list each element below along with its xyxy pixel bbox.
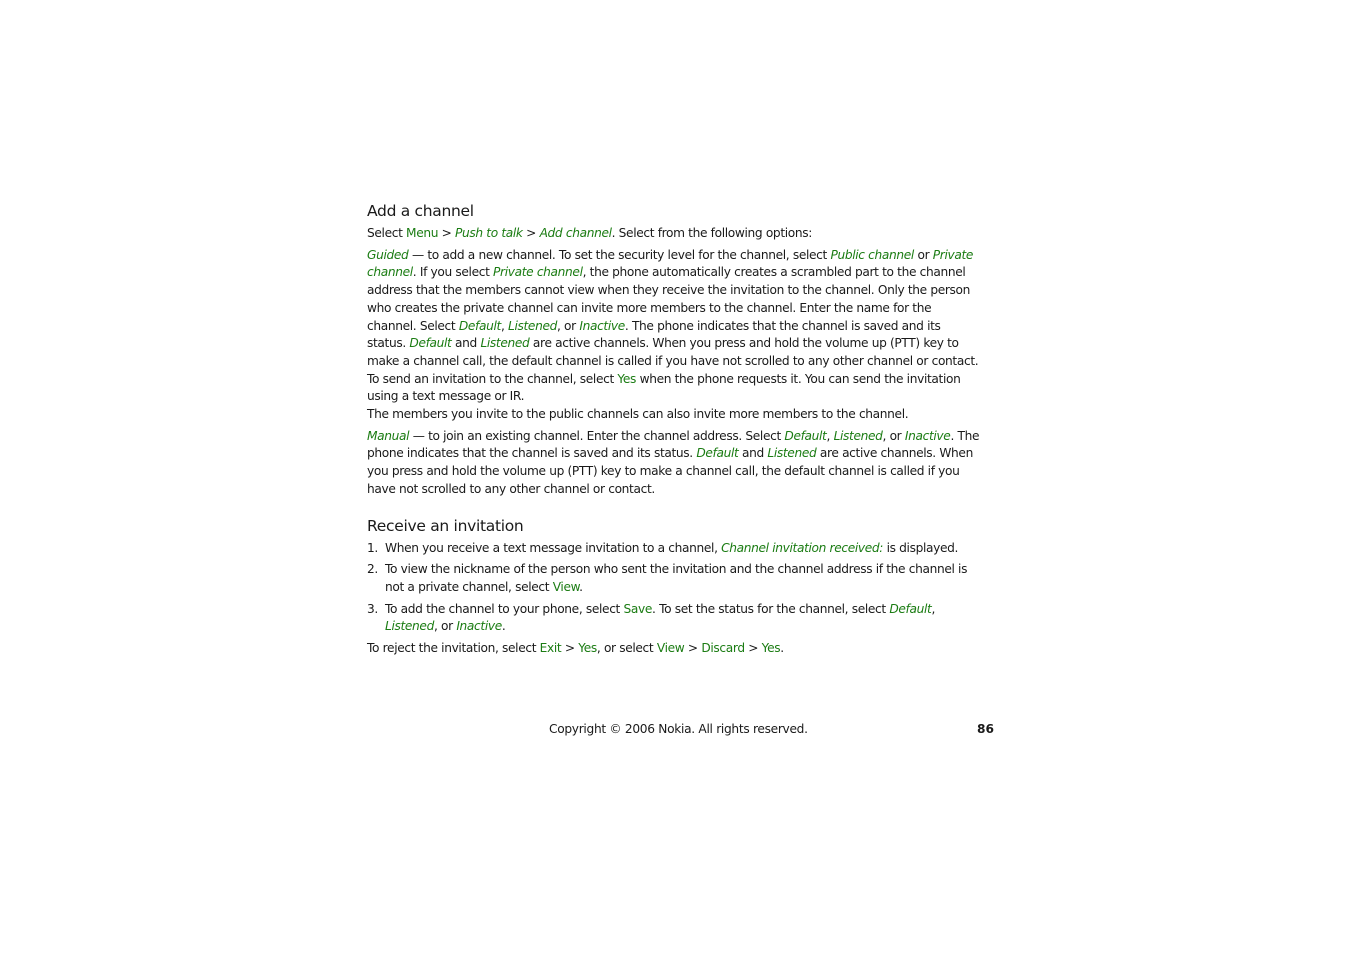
yes-term: Yes: [578, 641, 597, 656]
default-term: Default: [784, 428, 827, 443]
private-channel-term: Private channel: [493, 265, 583, 280]
guided-option-paragraph: Guided — to add a new channel. To set th…: [367, 247, 982, 406]
section-title-receive-invitation: Receive an invitation: [367, 516, 524, 535]
public-channel-note: The members you invite to the public cha…: [367, 407, 909, 422]
copyright-footer: Copyright © 2006 Nokia. All rights reser…: [549, 722, 808, 736]
inactive-term: Inactive: [456, 619, 502, 634]
save-term: Save: [623, 601, 653, 616]
text: ,: [826, 428, 834, 443]
text: .: [780, 641, 784, 656]
default-term: Default: [696, 446, 739, 461]
default-term: Default: [409, 336, 452, 351]
listened-term: Listened: [508, 318, 557, 333]
menu-term: Menu: [406, 226, 439, 240]
separator: >: [522, 226, 540, 240]
list-item: 2. To view the nickname of the person who…: [367, 561, 982, 596]
guided-term: Guided: [367, 247, 409, 262]
manual-option-paragraph: Manual — to join an existing channel. En…: [367, 428, 982, 499]
step-number: 1.: [367, 540, 378, 555]
yes-term: Yes: [617, 371, 637, 386]
text: or: [913, 247, 933, 262]
view-term: View: [552, 579, 580, 594]
text: When you receive a text message invitati…: [385, 540, 722, 555]
text: To reject the invitation, select: [367, 641, 540, 656]
text: , or: [433, 619, 457, 634]
section-title-add-channel: Add a channel: [367, 202, 474, 220]
text: . To set the status for the channel, sel…: [652, 601, 890, 616]
separator: >: [684, 641, 702, 656]
view-term: View: [656, 641, 685, 656]
listened-term: Listened: [767, 446, 817, 461]
text: ,: [931, 601, 935, 616]
listened-term: Listened: [833, 428, 883, 443]
list-item: 1. When you receive a text message invita…: [367, 540, 982, 558]
text: ,: [500, 318, 509, 333]
listened-term: Listened: [480, 336, 530, 351]
text: To add the channel to your phone, select: [385, 601, 624, 616]
text: — to add a new channel. To set the secur…: [408, 247, 831, 262]
inactive-term: Inactive: [579, 318, 625, 333]
text: , or select: [596, 641, 657, 656]
text: Select: [367, 226, 407, 240]
separator: >: [561, 641, 579, 656]
manual-page: Add a channel Select Menu > Push to talk…: [367, 202, 982, 658]
channel-invitation-received-term: Channel invitation received:: [721, 540, 884, 555]
text: .: [579, 579, 583, 594]
inactive-term: Inactive: [904, 428, 951, 443]
text: — to join an existing channel. Enter the…: [409, 428, 785, 443]
list-item: 3. To add the channel to your phone, sele…: [367, 601, 982, 636]
add-channel-term: Add channel: [539, 226, 612, 240]
exit-term: Exit: [539, 641, 562, 656]
manual-term: Manual: [367, 428, 410, 443]
default-term: Default: [458, 318, 501, 333]
page-number: 86: [977, 722, 994, 736]
invitation-steps-list: 1. When you receive a text message invita…: [367, 540, 982, 637]
discard-term: Discard: [701, 641, 745, 656]
text: , or: [556, 318, 580, 333]
public-channel-term: Public channel: [830, 247, 914, 262]
reject-invitation-paragraph: To reject the invitation, select Exit > …: [367, 640, 982, 658]
text: and: [451, 336, 481, 351]
listened-term: Listened: [385, 619, 434, 634]
text: To view the nickname of the person who s…: [385, 562, 968, 594]
yes-term: Yes: [761, 641, 781, 656]
text: , or: [882, 428, 905, 443]
push-to-talk-term: Push to talk: [455, 226, 523, 240]
step-number: 2.: [367, 562, 378, 577]
text: . If you select: [412, 265, 494, 280]
text: .: [501, 619, 506, 634]
text: is displayed.: [883, 540, 959, 555]
separator: >: [438, 226, 456, 240]
text: and: [738, 446, 768, 461]
add-channel-intro: Select Menu > Push to talk > Add channel…: [367, 225, 982, 243]
text: . Select from the following options:: [611, 226, 813, 240]
separator: >: [744, 641, 762, 656]
step-number: 3.: [367, 601, 378, 616]
default-term: Default: [889, 601, 932, 616]
